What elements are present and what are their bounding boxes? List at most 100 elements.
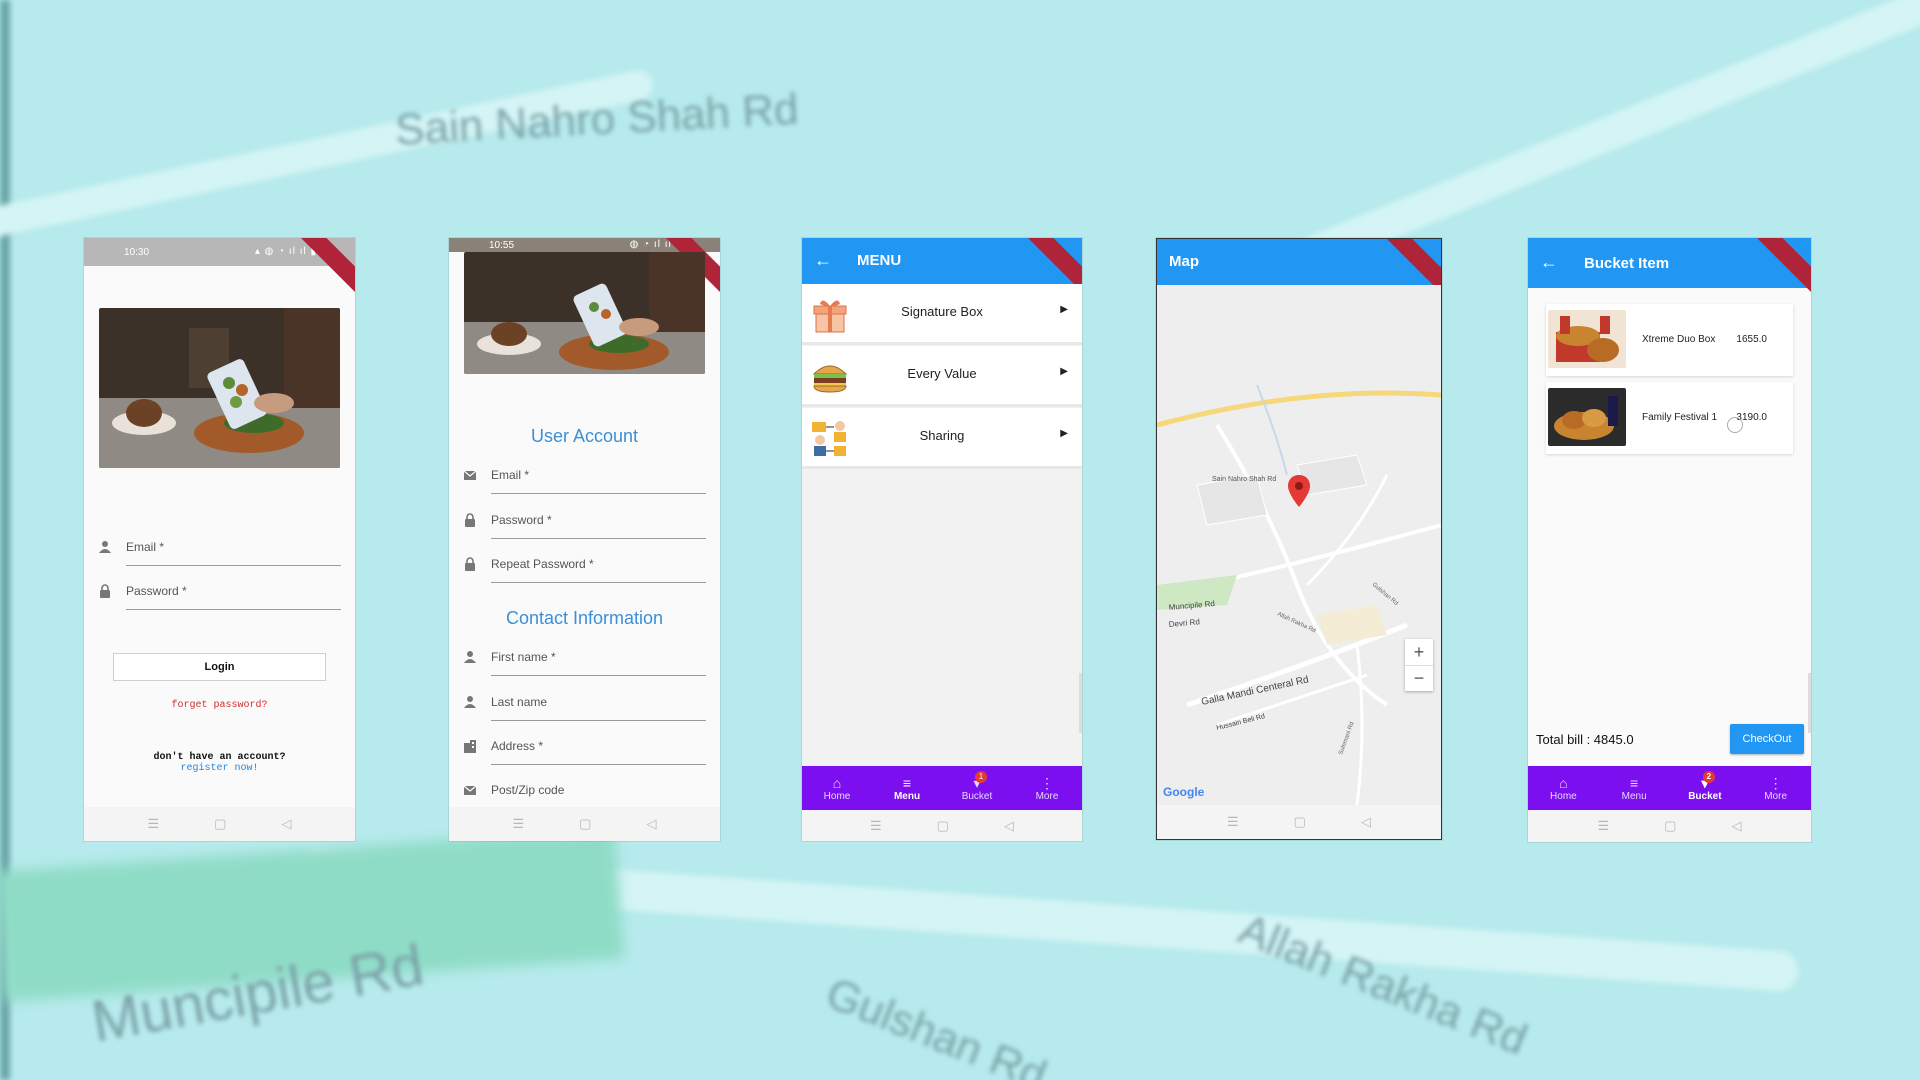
menu-screen: ← MENU Signature Box ▶ Every Value ▶ Sha… bbox=[802, 238, 1082, 841]
location-pin-icon[interactable] bbox=[1288, 475, 1310, 507]
nav-tab-label: More bbox=[1035, 790, 1059, 802]
google-logo[interactable]: Google bbox=[1163, 785, 1204, 799]
forgot-password-link[interactable]: forget password? bbox=[84, 700, 355, 711]
back-triangle-icon[interactable]: ◁ bbox=[1361, 814, 1371, 830]
back-arrow-icon[interactable]: ← bbox=[814, 250, 832, 271]
recents-icon[interactable]: ☰ bbox=[148, 816, 160, 832]
password-field[interactable]: Password * bbox=[98, 576, 341, 612]
person-icon bbox=[464, 651, 476, 663]
recents-icon[interactable]: ☰ bbox=[870, 818, 882, 834]
email-field[interactable]: Email * bbox=[463, 460, 706, 496]
menu-item-label: Sharing bbox=[919, 428, 965, 443]
nav-tab-label: More bbox=[1764, 790, 1788, 802]
recents-icon[interactable]: ☰ bbox=[1598, 818, 1610, 834]
last-name-label: Last name bbox=[491, 695, 548, 709]
nav-tab-label: Menu bbox=[893, 790, 921, 802]
nav-tab-label: Home bbox=[1550, 790, 1577, 802]
nav-tab-label: Bucket bbox=[961, 790, 993, 802]
nav-tab-home[interactable]: ⌂ Home bbox=[1533, 775, 1593, 802]
email-field[interactable]: Email * bbox=[98, 532, 341, 568]
nav-tab-bucket[interactable]: ▾ 2 Bucket bbox=[1675, 770, 1735, 802]
repeat-password-field[interactable]: Repeat Password * bbox=[463, 549, 706, 585]
cart-item[interactable]: Xtreme Duo Box 1655.0 bbox=[1546, 304, 1793, 376]
scrollbar[interactable] bbox=[1808, 673, 1811, 733]
loading-spinner-icon bbox=[1727, 417, 1743, 433]
more-vertical-icon: ⋮ bbox=[1040, 774, 1054, 791]
home-button-icon[interactable]: ▢ bbox=[579, 816, 591, 832]
email-label: Email * bbox=[491, 468, 530, 482]
login-button-label: Login bbox=[204, 661, 235, 673]
field-underline bbox=[491, 720, 706, 721]
last-name-field[interactable]: Last name bbox=[463, 687, 706, 723]
item-name: Xtreme Duo Box bbox=[1642, 334, 1716, 345]
bottom-nav: ⌂ Home ≡ Menu ▾ 1 Bucket ⋮ More bbox=[802, 766, 1082, 810]
cart-item[interactable]: Family Festival 1 3190.0 bbox=[1546, 382, 1793, 454]
back-arrow-icon[interactable]: ← bbox=[1540, 252, 1558, 273]
item-price: 1655.0 bbox=[1736, 334, 1767, 345]
bottom-nav: ⌂ Home ≡ Menu ▾ 2 Bucket ⋮ More bbox=[1528, 766, 1811, 810]
field-underline bbox=[491, 493, 706, 494]
login-screen: 10:30 ▴ ◍ ◔ ıl ıl ▮ Email * Password * L… bbox=[84, 238, 355, 841]
arrow-right-icon: ▶ bbox=[1060, 366, 1068, 377]
nav-tab-more[interactable]: ⋮ More bbox=[1017, 775, 1077, 802]
field-underline bbox=[126, 565, 341, 566]
address-label: Address * bbox=[491, 739, 544, 753]
menu-icon: ≡ bbox=[1630, 774, 1639, 791]
lock-icon bbox=[465, 513, 475, 527]
home-button-icon[interactable]: ▢ bbox=[937, 818, 949, 834]
nav-tab-bucket[interactable]: ▾ 1 Bucket bbox=[947, 770, 1007, 802]
background-road bbox=[0, 67, 656, 243]
register-link[interactable]: register now! bbox=[84, 763, 355, 774]
person-icon bbox=[464, 696, 476, 708]
back-triangle-icon[interactable]: ◁ bbox=[281, 816, 291, 832]
map-road-label: Sain Nahro Shah Rd bbox=[1212, 476, 1276, 483]
recents-icon[interactable]: ☰ bbox=[1227, 814, 1239, 830]
back-triangle-icon[interactable]: ◁ bbox=[1731, 818, 1741, 834]
nav-tab-label: Menu bbox=[1621, 790, 1647, 802]
password-field[interactable]: Password * bbox=[463, 505, 706, 541]
register-screen: 10:55 ◍ ◔ ıl ıl ▮ User Account Email * P… bbox=[449, 238, 720, 841]
email-label: Email * bbox=[126, 540, 165, 554]
zip-code-field[interactable]: Post/Zip code bbox=[463, 775, 706, 799]
home-button-icon[interactable]: ▢ bbox=[1664, 818, 1676, 834]
menu-item-signature-box[interactable]: Signature Box ▶ bbox=[802, 284, 1082, 345]
background-road-label: Sain Nahro Shah Rd bbox=[393, 84, 800, 155]
first-name-field[interactable]: First name * bbox=[463, 642, 706, 678]
checkout-button[interactable]: CheckOut bbox=[1730, 724, 1804, 754]
total-bill: Total bill : 4845.0 bbox=[1536, 732, 1634, 747]
no-account-text: don't have an account? bbox=[153, 752, 286, 763]
scrollbar[interactable] bbox=[1079, 673, 1082, 733]
recents-icon[interactable]: ☰ bbox=[513, 816, 525, 832]
field-underline bbox=[491, 582, 706, 583]
menu-item-label: Signature Box bbox=[901, 304, 983, 319]
nav-tab-menu[interactable]: ≡ Menu bbox=[877, 775, 937, 802]
nav-tab-more[interactable]: ⋮ More bbox=[1746, 775, 1806, 802]
mail-icon bbox=[463, 470, 477, 480]
address-field[interactable]: Address * bbox=[463, 731, 706, 767]
user-account-title: User Account bbox=[530, 426, 639, 446]
home-button-icon[interactable]: ▢ bbox=[1294, 814, 1306, 830]
zoom-in-button[interactable]: + bbox=[1405, 639, 1433, 665]
item-name: Family Festival 1 bbox=[1642, 412, 1718, 423]
login-button[interactable]: Login bbox=[113, 653, 326, 681]
back-triangle-icon[interactable]: ◁ bbox=[1004, 818, 1014, 834]
back-triangle-icon[interactable]: ◁ bbox=[646, 816, 656, 832]
home-button-icon[interactable]: ▢ bbox=[214, 816, 226, 832]
zoom-out-button[interactable]: − bbox=[1405, 665, 1433, 692]
menu-item-sharing[interactable]: Sharing ▶ bbox=[802, 408, 1082, 469]
nav-tab-home[interactable]: ⌂ Home bbox=[807, 775, 867, 802]
first-name-label: First name * bbox=[491, 650, 556, 664]
field-underline bbox=[126, 609, 341, 610]
map-view[interactable]: Sain Nahro Shah Rd Muncipile Rd Devri Rd… bbox=[1157, 285, 1441, 805]
system-nav-bar: ☰ ▢ ◁ bbox=[1157, 805, 1441, 839]
hero-photo bbox=[99, 308, 340, 468]
nav-tab-menu[interactable]: ≡ Menu bbox=[1604, 775, 1664, 802]
menu-item-label: Every Value bbox=[907, 366, 977, 381]
status-time: 10:55 bbox=[489, 240, 515, 251]
bucket-screen: ← Bucket Item Xtreme Duo Box 1655.0 Fami… bbox=[1528, 238, 1811, 842]
menu-item-every-value[interactable]: Every Value ▶ bbox=[802, 346, 1082, 407]
field-underline bbox=[491, 538, 706, 539]
menu-title: MENU bbox=[857, 252, 902, 269]
status-icons: ▴ ◍ ◔ ıl ıl ▮ bbox=[254, 246, 317, 257]
contact-information-title: Contact Information bbox=[505, 608, 664, 628]
